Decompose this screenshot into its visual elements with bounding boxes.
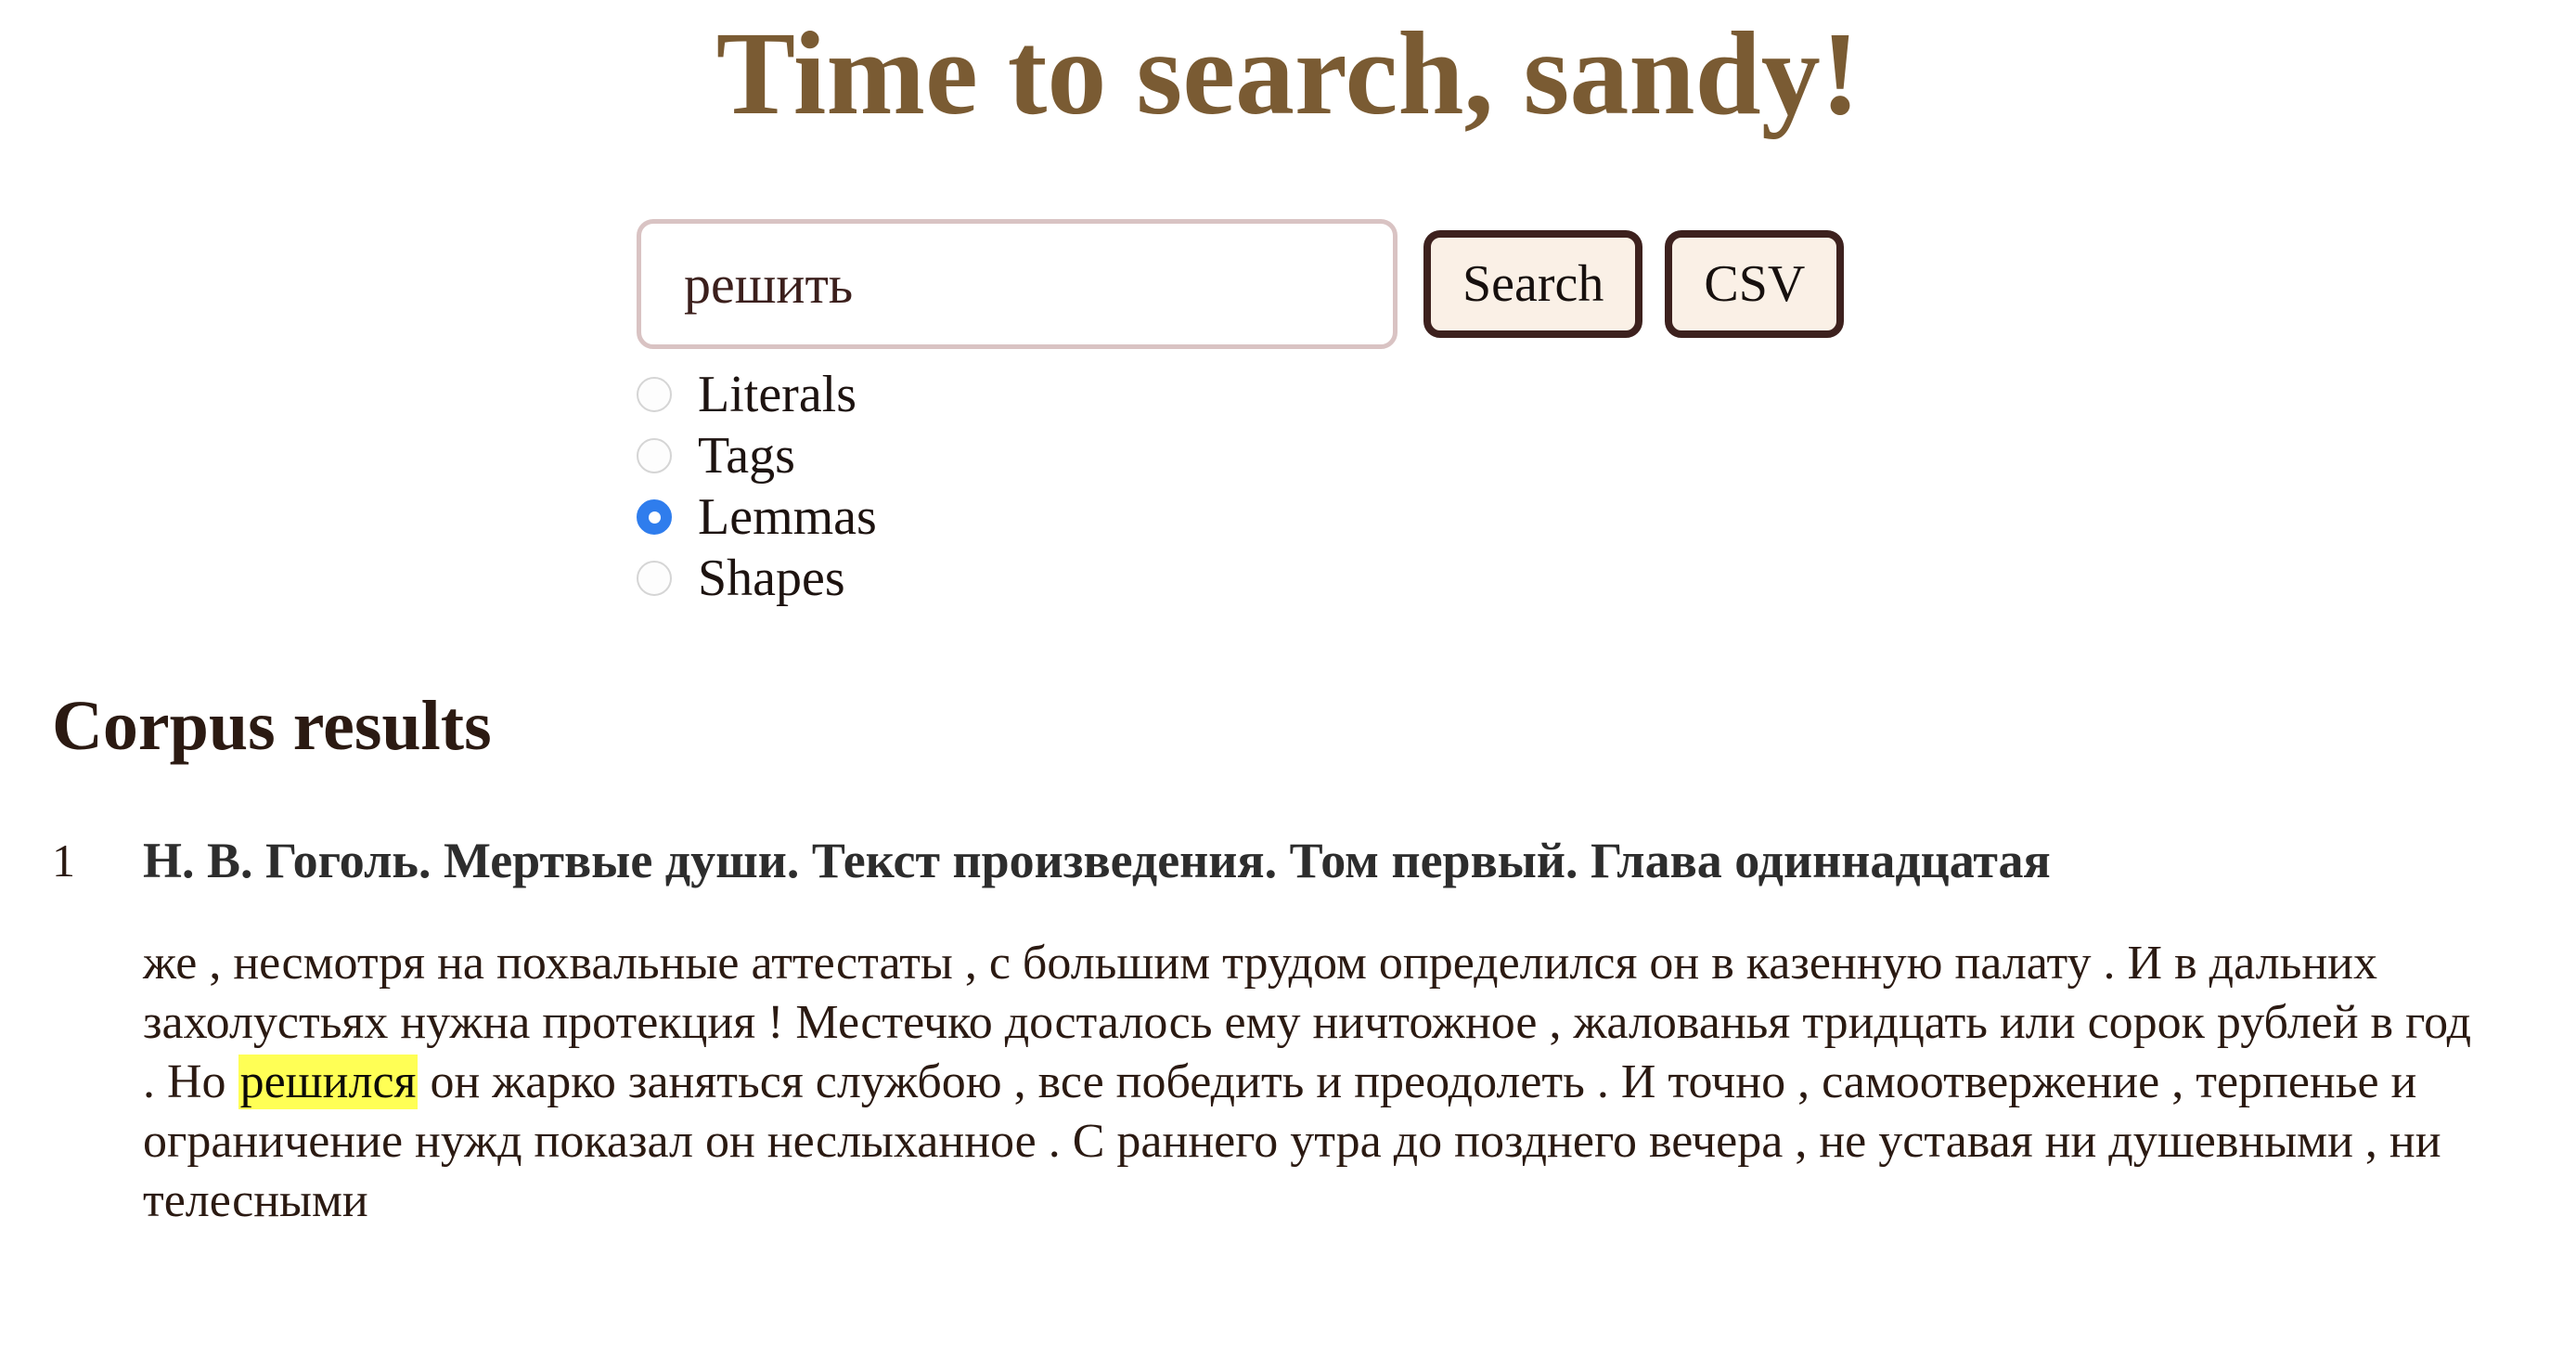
radio-label-tags: Tags xyxy=(698,427,795,485)
result-header: 1 Н. В. Гоголь. Мертвые души. Текст прои… xyxy=(52,834,2539,887)
results-heading: Corpus results xyxy=(52,687,492,765)
radio-label-shapes: Shapes xyxy=(698,550,845,607)
radio-option-shapes[interactable]: Shapes xyxy=(637,548,2576,609)
search-row: Search CSV xyxy=(637,219,2576,349)
radio-circle-icon-lemmas[interactable] xyxy=(637,499,672,535)
search-input[interactable] xyxy=(637,219,1397,349)
search-form: Search CSV xyxy=(0,219,2576,349)
radio-option-literals[interactable]: Literals xyxy=(637,364,2576,425)
radio-circle-icon-literals[interactable] xyxy=(637,377,672,412)
result-index: 1 xyxy=(52,835,75,887)
result-item: 1 Н. В. Гоголь. Мертвые души. Текст прои… xyxy=(0,834,2576,1231)
radio-label-lemmas: Lemmas xyxy=(698,488,877,546)
result-source-title[interactable]: Н. В. Гоголь. Мертвые души. Текст произв… xyxy=(143,834,2051,887)
csv-button[interactable]: CSV xyxy=(1665,230,1845,338)
radio-circle-icon-tags[interactable] xyxy=(637,438,672,473)
radio-label-literals: Literals xyxy=(698,366,857,423)
snippet-keyword-highlight: решился xyxy=(238,1055,419,1109)
search-button[interactable]: Search xyxy=(1423,230,1643,338)
result-snippet: же , несмотря на похвальные аттестаты , … xyxy=(52,934,2539,1231)
radio-circle-icon-shapes[interactable] xyxy=(637,561,672,596)
search-mode-radio-group: Literals Tags Lemmas Shapes xyxy=(0,364,2576,609)
radio-option-lemmas[interactable]: Lemmas xyxy=(637,486,2576,548)
radio-option-tags[interactable]: Tags xyxy=(637,425,2576,486)
page-title: Time to search, sandy! xyxy=(715,7,1861,139)
snippet-text-after: он жарко заняться службою , все победить… xyxy=(143,1055,2441,1227)
